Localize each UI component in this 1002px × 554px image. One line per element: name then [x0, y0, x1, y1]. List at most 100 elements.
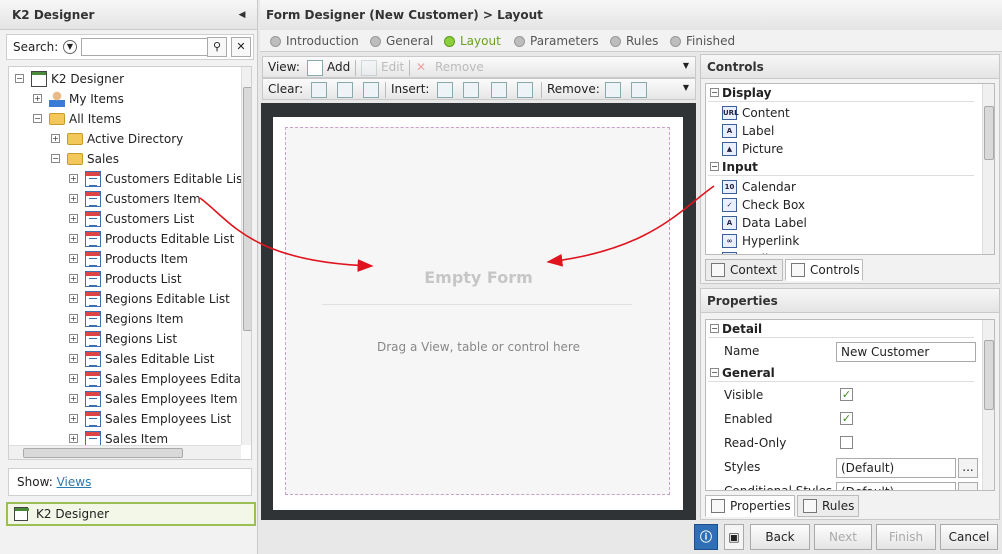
expand-icon[interactable]: +	[69, 234, 78, 243]
tree-item[interactable]: − Sales	[51, 149, 251, 169]
wizard-step[interactable]: Parameters	[514, 33, 599, 49]
search-icon[interactable]: ⚲	[207, 37, 227, 57]
tree-item[interactable]: + Products Item	[69, 249, 251, 269]
tab-controls[interactable]: Controls	[785, 259, 863, 281]
toolbar-expand-icon[interactable]: ▼	[683, 61, 689, 70]
tree-item[interactable]: + Customers List	[69, 209, 251, 229]
expand-icon[interactable]: +	[69, 434, 78, 443]
k2-designer-tab[interactable]: K2 Designer	[6, 502, 256, 526]
tree-item[interactable]: + Products List	[69, 269, 251, 289]
expand-icon[interactable]: +	[33, 94, 42, 103]
control-item[interactable]: 10 Calendar	[722, 178, 796, 196]
insert-column-left-icon[interactable]	[437, 82, 453, 98]
expand-icon[interactable]: +	[51, 134, 60, 143]
expand-icon[interactable]: +	[69, 294, 78, 303]
insert-row-below-icon[interactable]	[517, 82, 533, 98]
tree-item[interactable]: + My Items	[33, 89, 243, 109]
toolbar-expand-icon[interactable]: ▼	[683, 83, 689, 92]
expand-icon[interactable]: +	[69, 334, 78, 343]
save-icon[interactable]: ▣	[724, 524, 744, 550]
tree-item[interactable]: + Regions Editable List	[69, 289, 251, 309]
scrollbar-thumb[interactable]	[23, 448, 183, 458]
collapse-panel-icon[interactable]: ◀	[235, 8, 249, 22]
expand-icon[interactable]: +	[69, 254, 78, 263]
general-section[interactable]: − General	[708, 364, 974, 382]
back-button[interactable]: Back	[750, 524, 810, 550]
info-icon[interactable]: ⓘ	[694, 524, 718, 550]
styles-ellipsis-button[interactable]: ...	[958, 458, 978, 478]
controls-scrollbar[interactable]	[982, 84, 994, 254]
conditional-styles-field[interactable]: (Default)	[836, 482, 956, 490]
control-item[interactable]: ∞ Hyperlink	[722, 232, 799, 250]
tree-item[interactable]: + Sales Editable List	[69, 349, 251, 369]
clear-table-icon[interactable]	[363, 82, 379, 98]
tree-item[interactable]: − All Items	[33, 109, 243, 129]
expand-icon[interactable]: +	[69, 414, 78, 423]
collapse-icon[interactable]: −	[33, 114, 42, 123]
show-views-link[interactable]: Views	[57, 475, 92, 489]
insert-row-above-icon[interactable]	[491, 82, 507, 98]
remove-row-icon[interactable]	[631, 82, 647, 98]
collapse-icon[interactable]: −	[15, 74, 24, 83]
expand-icon[interactable]: +	[69, 194, 78, 203]
expand-icon[interactable]: +	[69, 354, 78, 363]
wizard-step[interactable]: Rules	[610, 33, 658, 49]
clear-row-icon[interactable]	[337, 82, 353, 98]
name-field[interactable]: New Customer	[836, 342, 976, 362]
remove-column-icon[interactable]	[605, 82, 621, 98]
tree-item[interactable]: − K2 Designer	[15, 69, 225, 89]
tree-item[interactable]: + Sales Employees Item	[69, 389, 251, 409]
insert-column-right-icon[interactable]	[463, 82, 479, 98]
readonly-checkbox[interactable]	[840, 436, 853, 449]
collapse-icon[interactable]: −	[710, 162, 719, 171]
cancel-button[interactable]: Cancel	[940, 524, 998, 550]
detail-section[interactable]: − Detail	[708, 320, 974, 338]
wizard-step[interactable]: Finished	[670, 33, 735, 49]
controls-section[interactable]: − Input	[708, 158, 974, 176]
properties-scrollbar[interactable]	[982, 320, 994, 490]
tree-item[interactable]: + Customers Editable List	[69, 169, 251, 189]
search-input[interactable]	[81, 38, 213, 56]
form-drop-zone[interactable]: Empty Form Drag a View, table or control…	[285, 127, 670, 495]
tree-item[interactable]: + Sales Employees List	[69, 409, 251, 429]
tree-item[interactable]: + Customers Item	[69, 189, 251, 209]
tree-vertical-scrollbar[interactable]	[241, 67, 251, 445]
tree-item[interactable]: + Active Directory	[51, 129, 251, 149]
scrollbar-thumb[interactable]	[243, 87, 251, 331]
expand-icon[interactable]: +	[69, 214, 78, 223]
control-item[interactable]: A Label	[722, 122, 774, 140]
control-item[interactable]: ▲ Picture	[722, 140, 783, 158]
collapse-icon[interactable]: −	[710, 324, 719, 333]
conditional-styles-ellipsis-button[interactable]: ...	[958, 482, 978, 490]
tab-properties[interactable]: Properties	[705, 495, 795, 517]
wizard-step[interactable]: Introduction	[270, 33, 359, 49]
control-item[interactable]: URL Content	[722, 104, 790, 122]
clear-cell-icon[interactable]	[311, 82, 327, 98]
control-item[interactable]: ◉ Radio Button	[722, 250, 820, 254]
tree-item[interactable]: + Regions Item	[69, 309, 251, 329]
scrollbar-thumb[interactable]	[984, 106, 994, 160]
collapse-icon[interactable]: −	[710, 368, 719, 377]
expand-icon[interactable]: +	[69, 374, 78, 383]
clear-search-icon[interactable]: ✕	[231, 37, 251, 57]
scrollbar-thumb[interactable]	[984, 340, 994, 410]
tree-horizontal-scrollbar[interactable]	[9, 445, 241, 459]
expand-icon[interactable]: +	[69, 314, 78, 323]
add-button[interactable]: Add	[327, 60, 350, 74]
visible-checkbox[interactable]: ✓	[840, 388, 853, 401]
tab-rules[interactable]: Rules	[797, 495, 859, 517]
tree-item[interactable]: + Products Editable List	[69, 229, 251, 249]
control-item[interactable]: ✓ Check Box	[722, 196, 805, 214]
collapse-icon[interactable]: −	[51, 154, 60, 163]
tab-context[interactable]: Context	[705, 259, 783, 281]
add-view-icon[interactable]	[307, 60, 323, 76]
wizard-step[interactable]: Layout	[444, 33, 501, 49]
collapse-icon[interactable]: −	[710, 88, 719, 97]
expand-icon[interactable]: +	[69, 174, 78, 183]
control-item[interactable]: A Data Label	[722, 214, 807, 232]
controls-section[interactable]: − Display	[708, 84, 974, 102]
tree-item[interactable]: + Regions List	[69, 329, 251, 349]
search-options-icon[interactable]: ▼	[63, 40, 77, 54]
expand-icon[interactable]: +	[69, 394, 78, 403]
tree-item[interactable]: + Sales Employees Editable List	[69, 369, 251, 389]
